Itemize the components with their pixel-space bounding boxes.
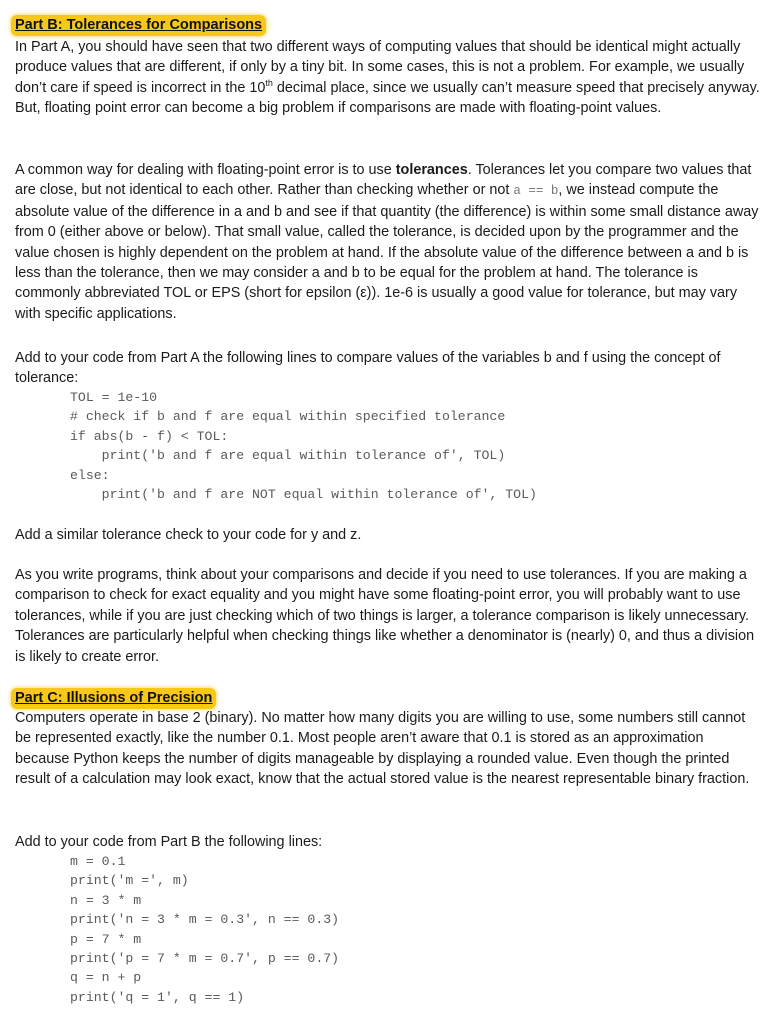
code-line: print('b and f are equal within toleranc… [70, 448, 506, 464]
tolerances-paragraph: A common way for dealing with floating-p… [15, 160, 760, 324]
code-line: if abs(b - f) < TOL: [70, 428, 229, 444]
part-c-intro-paragraph: Computers operate in base 2 (binary). No… [15, 710, 750, 788]
code-line: # check if b and f are equal within spec… [70, 409, 506, 425]
comparisons-advice-paragraph: As you write programs, think about your … [15, 567, 755, 665]
bold-term-tolerances: tolerances [395, 162, 468, 178]
similar-check-instruction: Add a similar tolerance check to your co… [15, 527, 362, 543]
text-run: , we instead compute the absolute value … [15, 182, 759, 322]
part-b-heading: Part B: Tolerances for Comparisons [11, 15, 267, 36]
inline-code: a == b [513, 184, 559, 199]
code-line: TOL = 1e-10 [70, 390, 158, 405]
part-b-code-block: TOL = 1e-10 # check if b and f are equal … [70, 388, 537, 504]
code-line: print('n = 3 * m = 0.3', n == 0.3) [70, 912, 340, 928]
part-c-code-block: m = 0.1 print('m =', m) n = 3 * m print('n … [70, 852, 339, 1007]
code-line: print('b and f are NOT equal within tole… [70, 486, 537, 502]
code-line: q = n + p [70, 970, 142, 986]
superscript: th [265, 78, 273, 89]
part-c-instruction: Add to your code from Part B the followi… [15, 834, 323, 850]
code-line: p = 7 * m [70, 931, 142, 947]
part-b-intro-paragraph: In Part A, you should have seen that two… [15, 37, 760, 119]
code-line: m = 0.1 [70, 854, 126, 869]
code-line: print('q = 1', q == 1) [70, 989, 245, 1005]
code-line: print('m =', m) [70, 873, 189, 889]
code-line: n = 3 * m [70, 892, 142, 908]
part-c-heading: Part C: Illusions of Precision [11, 688, 217, 709]
document-page: Part B: Tolerances for Comparisons In Pa… [0, 0, 771, 1024]
code-line: print('p = 7 * m = 0.7', p == 0.7) [70, 950, 340, 966]
text-run: A common way for dealing with floating-p… [15, 162, 396, 178]
part-b-instruction: Add to your code from Part A the followi… [15, 350, 721, 387]
code-line: else: [70, 467, 110, 483]
